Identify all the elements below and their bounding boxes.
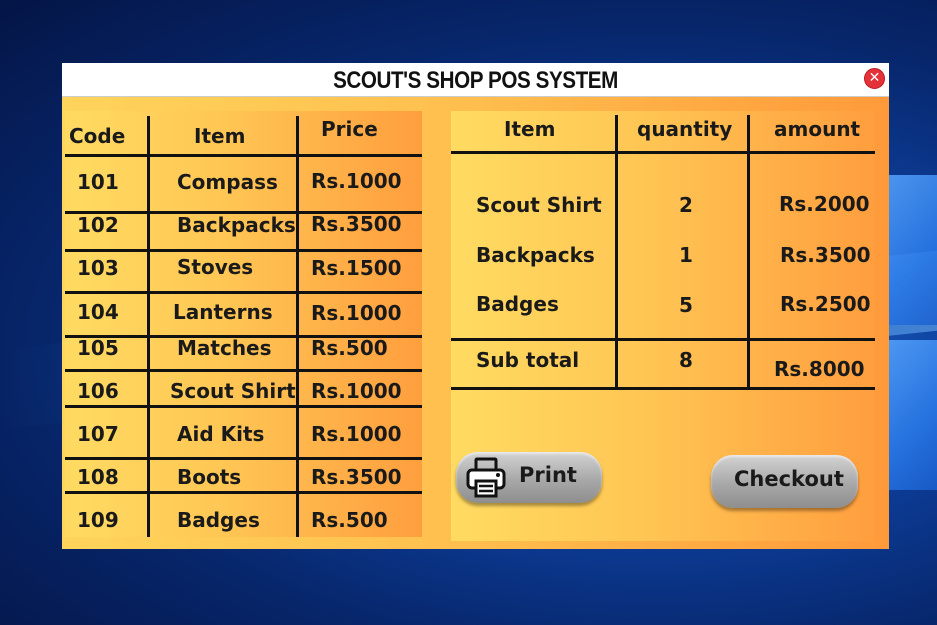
checkout-button[interactable]: Checkout — [711, 455, 858, 508]
row-code: 106 — [77, 379, 119, 403]
row-price: Rs.500 — [311, 336, 388, 360]
cart-quantity: 1 — [679, 243, 693, 267]
column-header-code: Code — [69, 124, 126, 148]
row-price: Rs.1500 — [311, 256, 402, 280]
row-divider — [65, 369, 422, 372]
row-divider — [65, 291, 422, 294]
cart-header-amount: amount — [774, 117, 861, 141]
window-title: SCOUT'S SHOP POS SYSTEM — [333, 67, 618, 94]
printer-icon — [466, 457, 506, 498]
cart-amount: Rs.2500 — [780, 292, 871, 316]
cart-amount: Rs.3500 — [780, 243, 871, 267]
row-price: Rs.1000 — [311, 169, 402, 193]
pos-window: SCOUT'S SHOP POS SYSTEM ✕ Code Item Pric… — [62, 63, 889, 549]
cart-quantity: 2 — [679, 193, 693, 217]
row-item: Lanterns — [173, 300, 273, 324]
row-price: Rs.1000 — [311, 301, 402, 325]
row-code: 107 — [77, 422, 119, 446]
row-price: Rs.500 — [311, 508, 388, 532]
row-code: 103 — [77, 256, 119, 280]
cart-header-quantity: quantity — [637, 117, 733, 141]
row-divider — [65, 405, 422, 408]
cart-item: Backpacks — [476, 243, 595, 267]
row-item: Badges — [177, 508, 260, 532]
column-header-item: Item — [194, 124, 246, 148]
subtotal-quantity: 8 — [679, 348, 693, 372]
row-price: Rs.1000 — [311, 379, 402, 403]
subtotal-label: Sub total — [476, 348, 580, 372]
cart-item: Badges — [476, 292, 559, 316]
product-table: Code Item Price 101 Compass Rs.1000 102 … — [65, 111, 422, 537]
row-item: Boots — [177, 465, 242, 489]
column-divider — [615, 115, 618, 390]
row-divider — [451, 338, 875, 341]
row-divider — [65, 457, 422, 460]
row-price: Rs.1000 — [311, 422, 402, 446]
row-code: 102 — [77, 213, 119, 237]
row-item: Aid Kits — [177, 422, 265, 446]
row-item: Backpacks — [177, 213, 296, 237]
row-price: Rs.3500 — [311, 212, 402, 236]
title-bar: SCOUT'S SHOP POS SYSTEM ✕ — [62, 63, 889, 97]
row-divider — [65, 154, 422, 157]
column-header-price: Price — [321, 117, 378, 141]
column-divider — [147, 116, 150, 537]
row-code: 101 — [77, 170, 119, 194]
row-divider — [451, 151, 875, 154]
column-divider — [296, 116, 299, 537]
row-divider — [451, 387, 875, 390]
column-divider — [747, 115, 750, 390]
row-item: Compass — [177, 170, 278, 194]
subtotal-amount: Rs.8000 — [774, 357, 865, 381]
row-code: 104 — [77, 300, 119, 324]
cart-quantity: 5 — [679, 293, 693, 317]
row-code: 105 — [77, 336, 119, 360]
row-code: 109 — [77, 508, 119, 532]
row-divider — [65, 491, 422, 494]
cart-item: Scout Shirt — [476, 193, 602, 217]
cart-amount: Rs.2000 — [779, 192, 870, 216]
print-button[interactable]: Print — [456, 452, 602, 503]
cart-header-item: Item — [504, 117, 556, 141]
print-button-label: Print — [519, 463, 577, 487]
row-divider — [65, 249, 422, 252]
row-code: 108 — [77, 465, 119, 489]
checkout-button-label: Checkout — [734, 467, 844, 491]
cart-panel: Item quantity amount Scout Shirt 2 Rs.20… — [451, 111, 875, 541]
row-item: Matches — [177, 336, 272, 360]
row-item: Stoves — [177, 255, 254, 279]
close-icon[interactable]: ✕ — [864, 68, 885, 89]
row-price: Rs.3500 — [311, 465, 402, 489]
row-item: Scout Shirt — [170, 379, 296, 403]
